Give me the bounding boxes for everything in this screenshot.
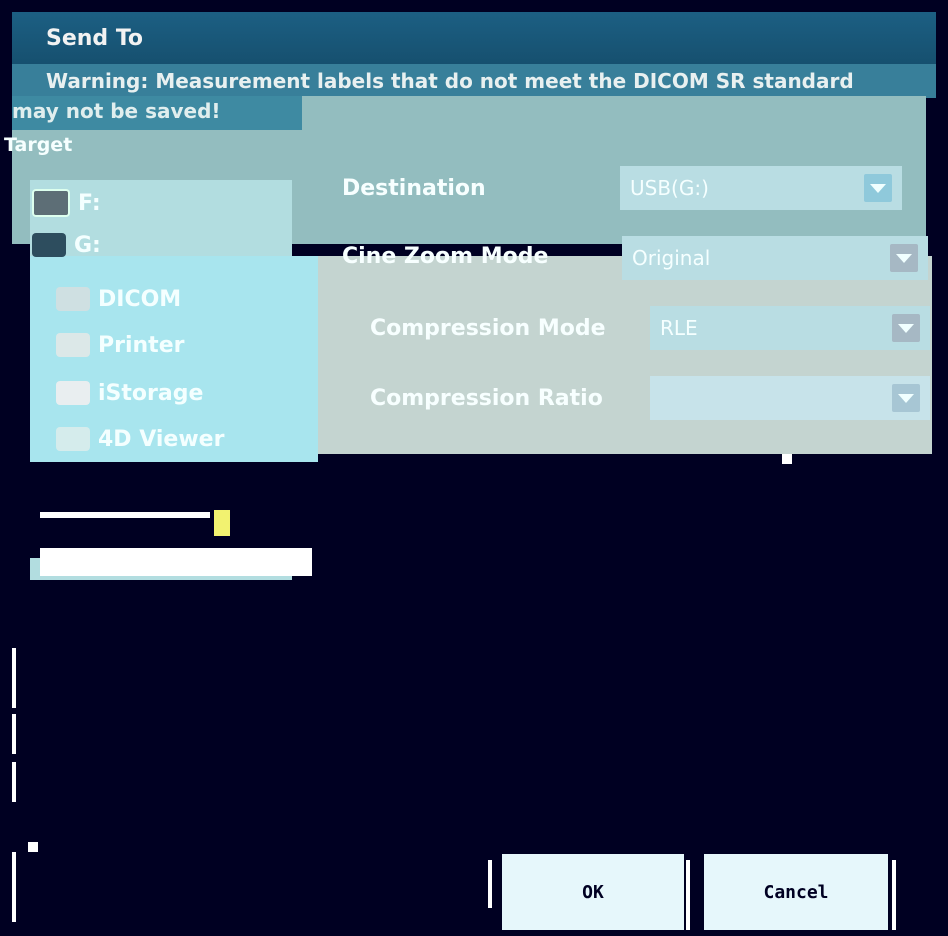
cine-zoom-label: Cine Zoom Mode — [342, 244, 549, 269]
artifact-line — [40, 512, 210, 518]
artifact-line — [12, 714, 16, 754]
artifact-line — [12, 648, 16, 708]
target-item-storage[interactable]: iStorage — [56, 374, 203, 412]
target-item-label: F: — [78, 190, 101, 216]
target-item-4d-viewer[interactable]: 4D Viewer — [56, 420, 224, 458]
artifact-block — [40, 548, 312, 576]
target-item-dicom[interactable]: DICOM — [56, 280, 181, 318]
target-item-label: G: — [74, 232, 101, 258]
ok-button[interactable]: OK — [502, 854, 684, 930]
destination-select[interactable]: USB(G:) — [620, 166, 902, 210]
compression-ratio-select[interactable] — [650, 376, 930, 420]
cine-zoom-select[interactable]: Original — [622, 236, 928, 280]
artifact-block — [214, 510, 230, 536]
artifact-line — [686, 860, 690, 930]
compression-mode-label: Compression Mode — [370, 316, 606, 341]
destination-label: Destination — [342, 176, 486, 201]
target-item-printer[interactable]: Printer — [56, 326, 184, 364]
artifact-line — [12, 762, 16, 802]
compression-mode-value: RLE — [660, 316, 698, 340]
drive-icon — [32, 189, 70, 217]
compression-ratio-label: Compression Ratio — [370, 386, 603, 411]
artifact-dot — [782, 454, 792, 464]
cancel-button[interactable]: Cancel — [704, 854, 888, 930]
printer-icon — [56, 333, 90, 357]
compression-mode-select[interactable]: RLE — [650, 306, 930, 350]
storage-icon — [56, 381, 90, 405]
target-item-f[interactable]: F: — [32, 184, 101, 222]
destination-value: USB(G:) — [630, 176, 709, 200]
target-label: Target — [4, 134, 73, 156]
cine-zoom-value: Original — [632, 246, 711, 270]
artifact-line — [892, 860, 896, 930]
dialog-title: Send To — [12, 12, 936, 64]
chevron-down-icon — [890, 244, 918, 272]
warning-message-line2: may not be saved! — [12, 96, 302, 130]
viewer-icon — [56, 427, 90, 451]
artifact-line — [12, 852, 16, 922]
dicom-icon — [56, 287, 90, 311]
corrupted-region — [30, 462, 930, 558]
target-item-label: DICOM — [98, 286, 182, 312]
target-item-g[interactable]: G: — [32, 226, 101, 264]
target-item-label: iStorage — [98, 380, 204, 406]
chevron-down-icon — [892, 314, 920, 342]
chevron-down-icon — [892, 384, 920, 412]
artifact-line — [488, 860, 492, 908]
artifact-dot — [28, 842, 38, 852]
target-item-label: 4D Viewer — [98, 426, 225, 452]
warning-message-line1: Warning: Measurement labels that do not … — [12, 64, 936, 98]
chevron-down-icon — [864, 174, 892, 202]
target-item-label: Printer — [98, 332, 185, 358]
usb-drive-icon — [32, 233, 66, 257]
